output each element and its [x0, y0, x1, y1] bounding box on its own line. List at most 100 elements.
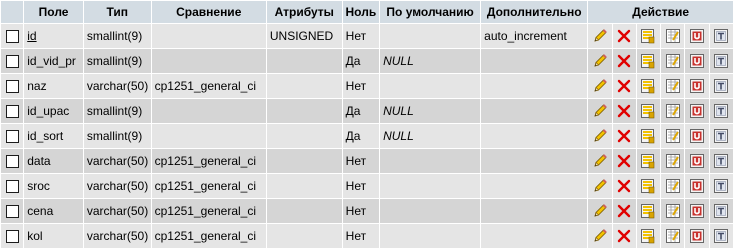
unique-icon — [689, 153, 705, 169]
index-button[interactable] — [661, 149, 685, 173]
primary-button[interactable] — [636, 199, 661, 223]
primary-button[interactable] — [636, 74, 661, 98]
row-checkbox[interactable] — [5, 30, 19, 44]
cell-field: naz — [24, 74, 83, 98]
primary-button[interactable] — [636, 124, 661, 148]
unique-button[interactable] — [685, 74, 709, 98]
unique-button[interactable] — [685, 49, 709, 73]
index-button[interactable] — [661, 199, 685, 223]
row-checkbox[interactable] — [5, 230, 19, 244]
unique-button[interactable] — [685, 224, 709, 248]
fulltext-icon — [713, 128, 729, 144]
pencil-edit-icon — [592, 153, 608, 169]
fulltext-button[interactable] — [709, 174, 733, 198]
drop-button[interactable] — [612, 99, 636, 123]
index-button[interactable] — [661, 174, 685, 198]
header-action: Действие — [588, 1, 733, 23]
fulltext-button[interactable] — [709, 199, 733, 223]
row-select-cell — [1, 49, 24, 73]
fulltext-button[interactable] — [709, 49, 733, 73]
change-button[interactable] — [588, 224, 612, 248]
cell-type: varchar(50) — [83, 74, 151, 98]
fulltext-button[interactable] — [709, 74, 733, 98]
change-button[interactable] — [588, 149, 612, 173]
drop-button[interactable] — [612, 149, 636, 173]
drop-button[interactable] — [612, 24, 636, 48]
pencil-edit-icon — [592, 53, 608, 69]
primary-button[interactable] — [636, 224, 661, 248]
cell-field: id_sort — [24, 124, 83, 148]
row-select-cell — [1, 124, 24, 148]
index-button[interactable] — [661, 99, 685, 123]
cell-type: smallint(9) — [83, 24, 151, 48]
drop-button[interactable] — [612, 174, 636, 198]
fulltext-button[interactable] — [709, 99, 733, 123]
unique-button[interactable] — [685, 124, 709, 148]
fulltext-icon — [713, 103, 729, 119]
cell-type-text: smallint(9) — [86, 54, 143, 68]
unique-icon — [689, 128, 705, 144]
cell-attributes — [266, 224, 342, 248]
cell-type-text: varchar(50) — [86, 79, 149, 93]
row-checkbox[interactable] — [5, 105, 19, 119]
drop-button[interactable] — [612, 49, 636, 73]
cell-null: Да — [342, 99, 380, 123]
cell-attributes — [266, 124, 342, 148]
delete-x-icon — [616, 128, 632, 144]
cell-null-text: Да — [345, 104, 361, 118]
change-button[interactable] — [588, 99, 612, 123]
row-select-cell — [1, 74, 24, 98]
row-checkbox[interactable] — [5, 180, 19, 194]
change-button[interactable] — [588, 174, 612, 198]
row-select-cell — [1, 199, 24, 223]
cell-type: smallint(9) — [83, 124, 151, 148]
unique-button[interactable] — [685, 199, 709, 223]
unique-icon — [689, 78, 705, 94]
unique-button[interactable] — [685, 174, 709, 198]
fulltext-button[interactable] — [709, 224, 733, 248]
change-button[interactable] — [588, 74, 612, 98]
primary-key-icon — [640, 53, 656, 69]
drop-button[interactable] — [612, 74, 636, 98]
row-checkbox[interactable] — [5, 155, 19, 169]
cell-null: Нет — [342, 224, 380, 248]
row-checkbox[interactable] — [5, 205, 19, 219]
unique-button[interactable] — [685, 24, 709, 48]
unique-button[interactable] — [685, 99, 709, 123]
cell-default: NULL — [380, 49, 481, 73]
fulltext-icon — [713, 153, 729, 169]
index-button[interactable] — [661, 74, 685, 98]
row-checkbox[interactable] — [5, 55, 19, 69]
fulltext-button[interactable] — [709, 24, 733, 48]
index-icon — [665, 228, 681, 244]
primary-button[interactable] — [636, 49, 661, 73]
index-button[interactable] — [661, 24, 685, 48]
row-checkbox[interactable] — [5, 130, 19, 144]
cell-type: smallint(9) — [83, 99, 151, 123]
unique-button[interactable] — [685, 149, 709, 173]
change-button[interactable] — [588, 24, 612, 48]
primary-button[interactable] — [636, 174, 661, 198]
primary-button[interactable] — [636, 24, 661, 48]
change-button[interactable] — [588, 199, 612, 223]
index-button[interactable] — [661, 49, 685, 73]
primary-key-icon — [640, 203, 656, 219]
cell-type: varchar(50) — [83, 224, 151, 248]
primary-button[interactable] — [636, 149, 661, 173]
fulltext-button[interactable] — [709, 124, 733, 148]
index-button[interactable] — [661, 124, 685, 148]
drop-button[interactable] — [612, 199, 636, 223]
change-button[interactable] — [588, 124, 612, 148]
header-default: По умолчанию — [380, 1, 481, 23]
cell-null: Нет — [342, 149, 380, 173]
fulltext-button[interactable] — [709, 149, 733, 173]
change-button[interactable] — [588, 49, 612, 73]
field-name: id_upac — [27, 104, 70, 118]
drop-button[interactable] — [612, 124, 636, 148]
header-attributes: Атрибуты — [266, 1, 342, 23]
index-button[interactable] — [661, 224, 685, 248]
field-name: id_sort — [27, 129, 64, 143]
primary-button[interactable] — [636, 99, 661, 123]
drop-button[interactable] — [612, 224, 636, 248]
row-checkbox[interactable] — [5, 80, 19, 94]
